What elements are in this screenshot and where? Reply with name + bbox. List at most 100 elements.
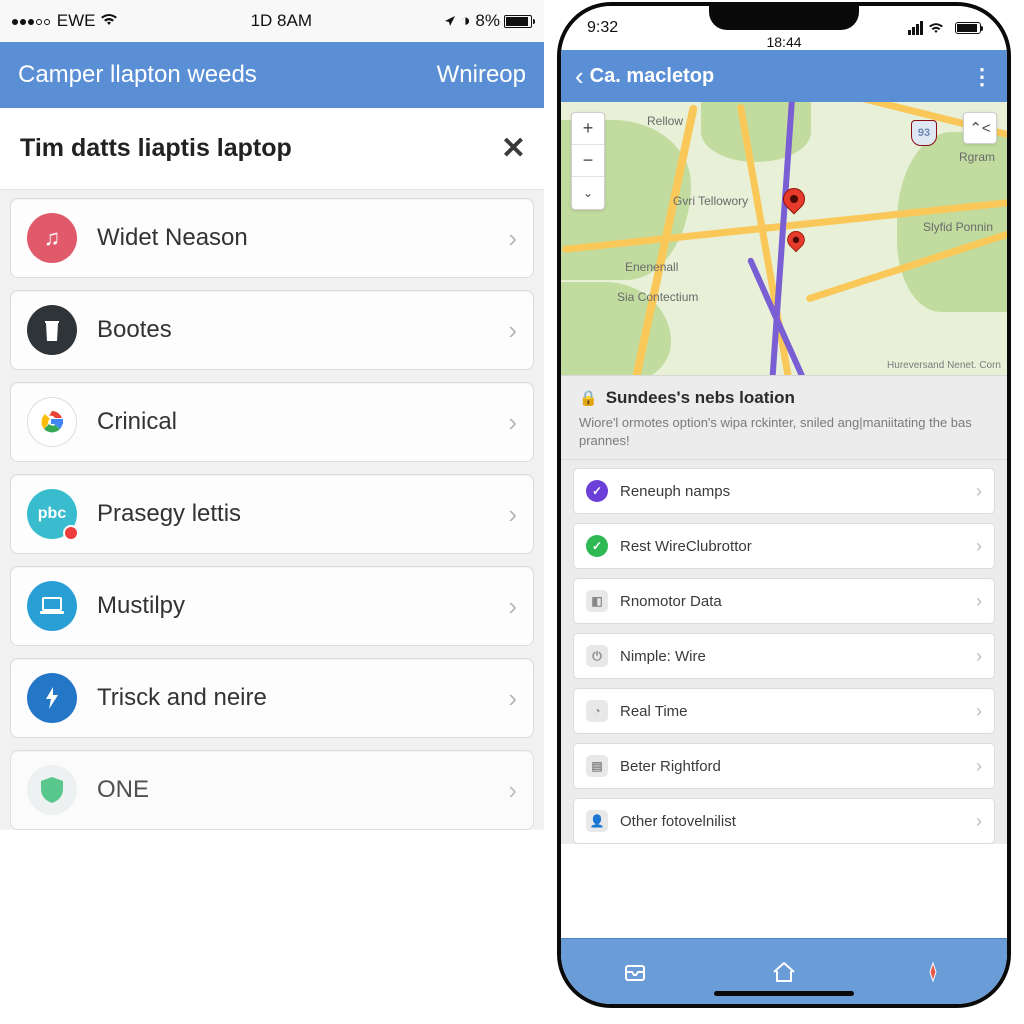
zoom-in-button[interactable]: + [572, 113, 604, 145]
chevron-right-icon: › [508, 407, 517, 438]
map-label: Rgram [959, 150, 995, 164]
lock-icon: 🔒 [579, 389, 598, 407]
status-right-group [908, 21, 981, 35]
list-item-label: Reneuph namps [620, 483, 976, 500]
list-item-label: Nimple: Wire [620, 648, 976, 665]
list-item[interactable]: Crinical › [10, 382, 534, 462]
list-item[interactable]: ⏻ Nimple: Wire › [573, 633, 995, 679]
more-icon[interactable]: ⋮ [971, 74, 993, 79]
list-item-label: Mustilpy [97, 592, 508, 620]
back-icon[interactable]: ‹ [575, 61, 584, 92]
phone-notch [709, 6, 859, 30]
list-item[interactable]: ◧ Rnomotor Data › [573, 578, 995, 624]
tab-compass[interactable] [913, 952, 953, 992]
clock-icon: ◔ [586, 700, 608, 722]
doc-icon: ▤ [586, 755, 608, 777]
tab-home[interactable] [764, 952, 804, 992]
info-panel: 🔒 Sundees's nebs loation Wiore'l ormotes… [561, 376, 1007, 460]
list-right: ✓ Reneuph namps › ✓ Rest WireClubrottor … [561, 460, 1007, 844]
tab-inbox[interactable] [615, 952, 655, 992]
section-header: Tim datts liaptis laptop ✕ [0, 108, 544, 190]
list-item[interactable]: Bootes › [10, 290, 534, 370]
chevron-right-icon: › [976, 701, 982, 722]
person-icon: 👤 [586, 810, 608, 832]
map-canvas: Rellow Gvri Tellowory Enenenall Sia Cont… [561, 102, 1007, 375]
map-pin-icon [787, 231, 805, 255]
power-icon: ⏻ [586, 645, 608, 667]
signal-dots-icon [12, 11, 52, 30]
chevron-right-icon: › [976, 646, 982, 667]
list-item[interactable]: ♫ Widet Neason › [10, 198, 534, 278]
info-subtitle: Wiore'l ormotes option's wipa rckinter, … [579, 414, 989, 449]
highway-shield-icon: 93 [911, 120, 937, 146]
location-arrow-icon [444, 15, 456, 27]
list-item-label: Other fotovelnilist [620, 813, 976, 830]
status-right-group: ◑ 8% [444, 11, 532, 31]
battery-icon [955, 22, 981, 34]
info-title: Sundees's nebs loation [606, 388, 795, 408]
list-item[interactable]: ✓ Rest WireClubrottor › [573, 523, 995, 569]
map-label: Sia Contectium [617, 290, 698, 304]
section-title: Tim datts liaptis laptop [20, 134, 292, 163]
nav-title-right: Ca. macletop [590, 65, 971, 88]
cup-icon [27, 305, 77, 355]
chevron-right-icon: › [976, 756, 982, 777]
list-item[interactable]: Trisck and neire › [10, 658, 534, 738]
chevron-right-icon: › [508, 315, 517, 346]
map-collapse-button[interactable]: ⌃< [963, 112, 997, 144]
left-screen: EWE 1D 8AM ◑ 8% Camper llapton weeds Wni… [0, 0, 544, 1024]
status-time-left: 9:32 [587, 19, 618, 37]
list-item[interactable]: ◔ Real Time › [573, 688, 995, 734]
pbc-icon: pbc [27, 489, 77, 539]
map-container[interactable]: Rellow Gvri Tellowory Enenenall Sia Cont… [561, 102, 1007, 376]
map-zoom-control: + − ⌄ [571, 112, 605, 210]
nav-title-left: Camper llapton weeds [18, 61, 257, 89]
laptop-icon [27, 581, 77, 631]
list-item[interactable]: pbc Prasegy lettis › [10, 474, 534, 554]
chevron-right-icon: › [976, 481, 982, 502]
battery-percent: ◑ 8% [460, 11, 500, 31]
chevron-right-icon: › [508, 223, 517, 254]
list-item-label: Rest WireClubrottor [620, 538, 976, 555]
list-item[interactable]: Mustilpy › [10, 566, 534, 646]
map-pin-icon [783, 188, 805, 218]
right-phone-wrap: 9:32 18:44 ‹ Ca. macletop ⋮ [544, 0, 1024, 1024]
list-item-label: Real Time [620, 703, 976, 720]
nav-bar-left: Camper llapton weeds Wnireop [0, 42, 544, 108]
map-label: Rellow [647, 114, 683, 128]
battery-icon [504, 15, 532, 28]
list-left: ♫ Widet Neason › Bootes › Crinical › pbc [0, 190, 544, 830]
chevron-right-icon: › [508, 499, 517, 530]
status-bar-left: EWE 1D 8AM ◑ 8% [0, 0, 544, 42]
map-label: Enenenall [625, 260, 678, 274]
map-attribution: Hureversand Nenet. Corn [887, 360, 1001, 371]
home-indicator [714, 991, 854, 996]
check-circle-icon: ✓ [586, 535, 608, 557]
list-item-label: ONE [97, 776, 508, 804]
data-icon: ◧ [586, 590, 608, 612]
chevron-right-icon: › [976, 811, 982, 832]
zoom-expand-button[interactable]: ⌄ [572, 177, 604, 209]
nav-action-left[interactable]: Wnireop [437, 61, 526, 89]
wifi-icon [928, 22, 944, 34]
list-item-label: Rnomotor Data [620, 593, 976, 610]
list-item[interactable]: ✓ Reneuph namps › [573, 468, 995, 514]
shield-icon [27, 765, 77, 815]
list-item-label: Beter Rightford [620, 758, 976, 775]
bolt-icon [27, 673, 77, 723]
list-item-label: Widet Neason [97, 224, 508, 252]
chevron-right-icon: › [508, 775, 517, 806]
carrier-label: EWE [57, 11, 96, 30]
map-label: Slyfid Ponnin [923, 220, 993, 234]
list-item[interactable]: ▤ Beter Rightford › [573, 743, 995, 789]
list-item-label: Crinical [97, 408, 508, 436]
wifi-icon [100, 11, 118, 30]
google-icon [27, 397, 77, 447]
list-item[interactable]: 👤 Other fotovelnilist › [573, 798, 995, 844]
signal-bars-icon [908, 21, 923, 35]
chevron-right-icon: › [508, 591, 517, 622]
close-icon[interactable]: ✕ [501, 131, 526, 166]
chevron-right-icon: › [508, 683, 517, 714]
list-item[interactable]: ONE › [10, 750, 534, 830]
zoom-out-button[interactable]: − [572, 145, 604, 177]
